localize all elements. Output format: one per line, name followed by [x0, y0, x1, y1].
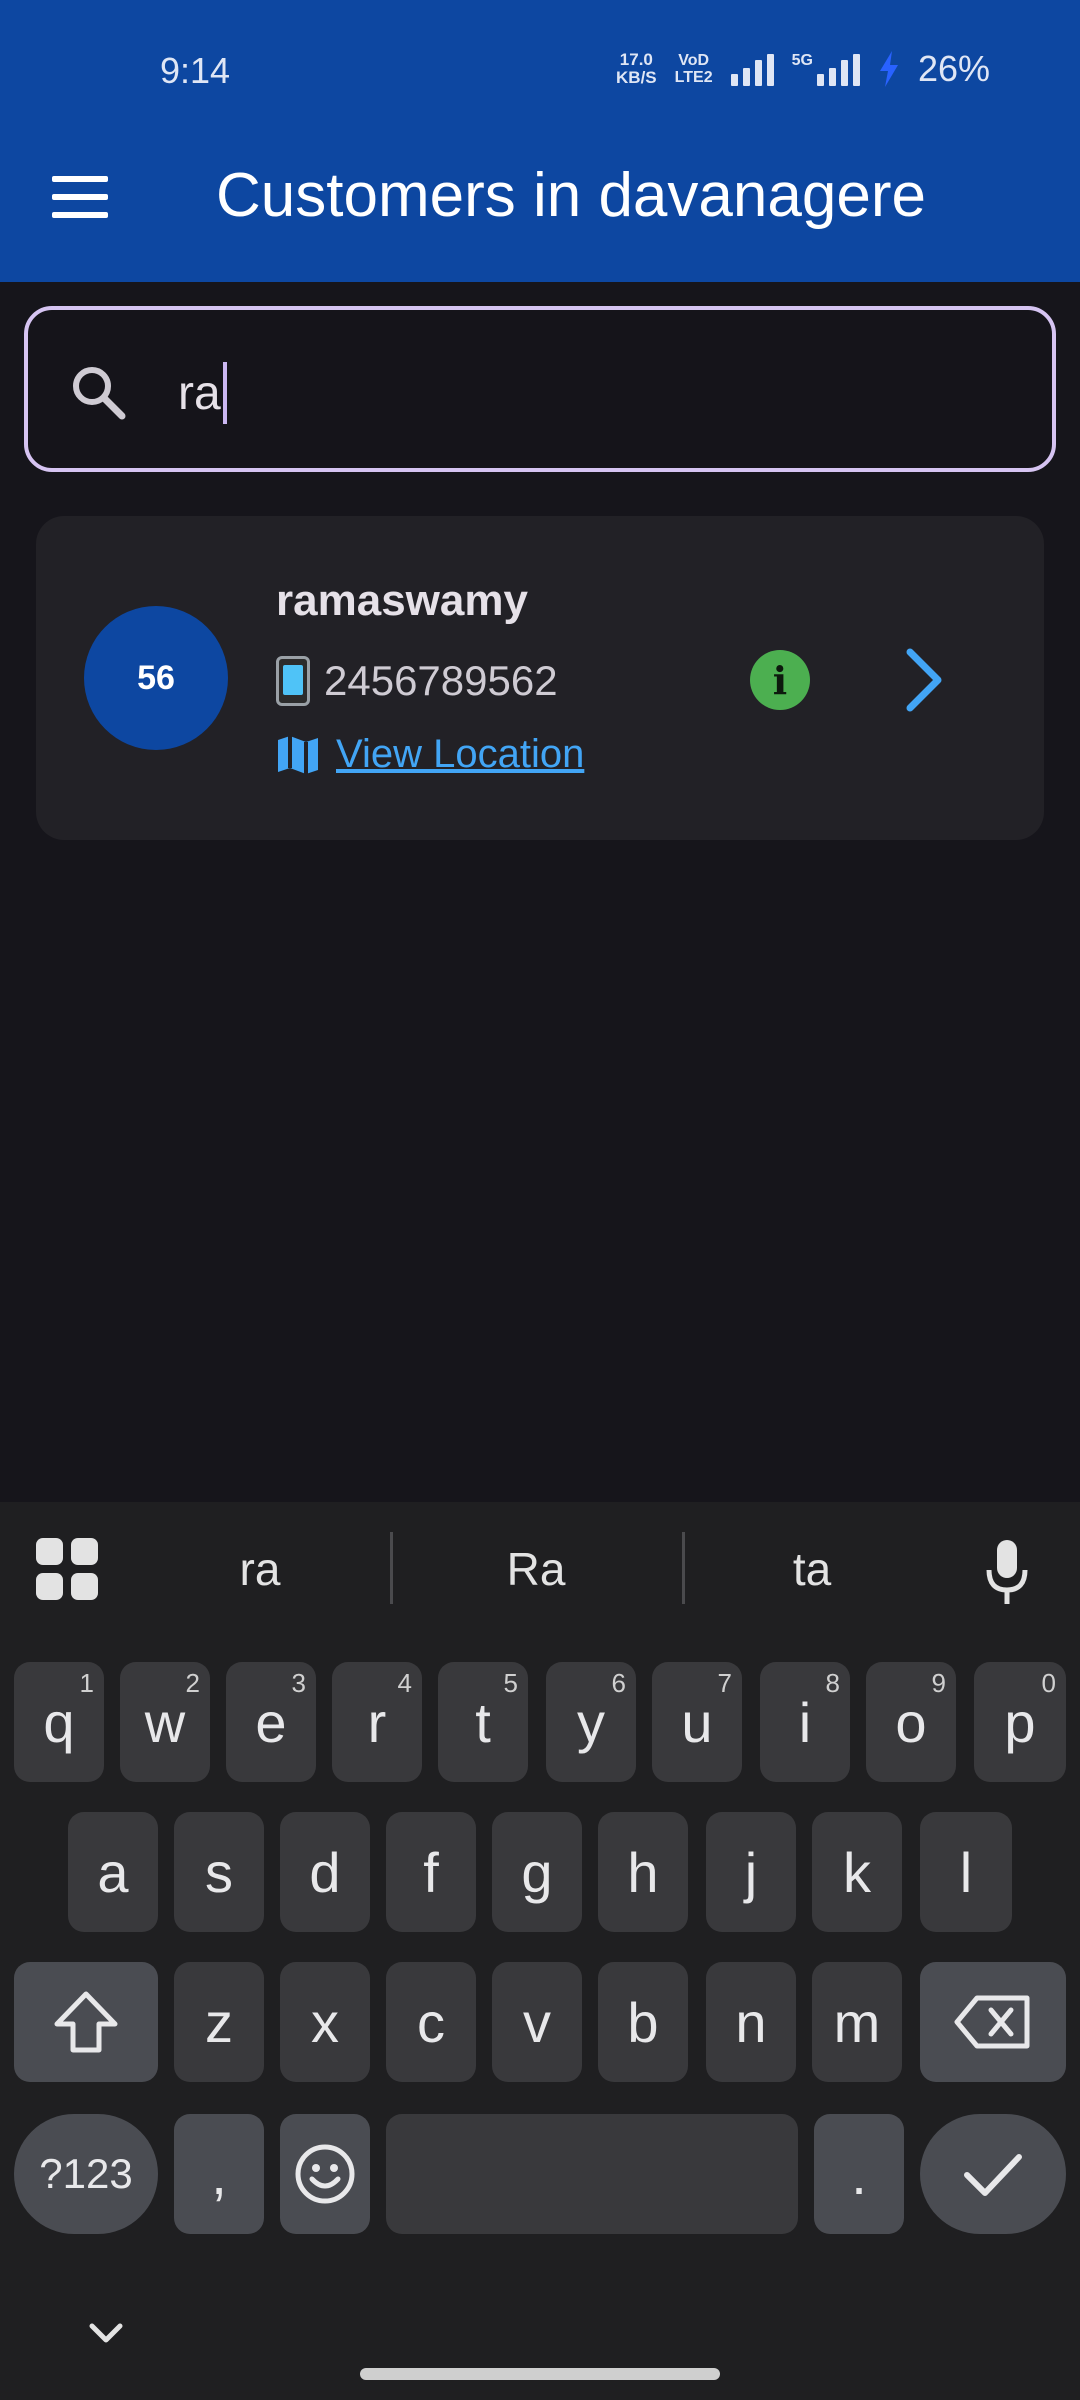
text-caret [222, 362, 227, 424]
suggestion-divider [390, 1532, 393, 1604]
page-title: Customers in davanagere [216, 161, 926, 230]
signal-icon [730, 52, 774, 86]
net-speed: 17.0 KB/S [616, 50, 657, 87]
location-row[interactable]: View Location [276, 732, 584, 777]
view-location-link[interactable]: View Location [336, 732, 584, 777]
key-e[interactable]: e3 [226, 1662, 316, 1782]
emoji-key[interactable] [280, 2114, 370, 2234]
period-key[interactable]: . [814, 2114, 904, 2234]
symbols-key[interactable]: ?123 [14, 2114, 158, 2234]
key-v[interactable]: v [492, 1962, 582, 2082]
key-i[interactable]: i8 [760, 1662, 850, 1782]
search-input[interactable]: ra [24, 306, 1056, 472]
chevron-down-icon[interactable] [86, 2320, 126, 2346]
spacebar[interactable] [386, 2114, 798, 2234]
suggestion-2[interactable]: Ra [436, 1542, 636, 1596]
key-l[interactable]: l [920, 1812, 1012, 1932]
apps-grid-icon[interactable] [36, 1538, 100, 1602]
search-icon [73, 367, 126, 420]
menu-icon[interactable] [52, 176, 112, 220]
charging-icon [879, 51, 898, 87]
suggestion-3[interactable]: ta [712, 1542, 912, 1596]
suggestion-divider [682, 1532, 685, 1604]
key-d[interactable]: d [280, 1812, 370, 1932]
key-j[interactable]: j [706, 1812, 796, 1932]
customer-card[interactable]: 56 ramaswamy 2456789562 View Location i [36, 516, 1044, 840]
map-icon [278, 735, 318, 774]
key-p[interactable]: p0 [974, 1662, 1066, 1782]
key-z[interactable]: z [174, 1962, 264, 2082]
key-c[interactable]: c [386, 1962, 476, 2082]
phone-row: 2456789562 [276, 656, 558, 706]
key-h[interactable]: h [598, 1812, 688, 1932]
status-icons: 17.0 KB/S VoD LTE2 5G 26% [616, 48, 990, 90]
customer-phone: 2456789562 [324, 657, 558, 704]
microphone-icon[interactable] [984, 1538, 1030, 1608]
key-g[interactable]: g [492, 1812, 582, 1932]
mobile-phone-icon [276, 656, 310, 706]
key-r[interactable]: r4 [332, 1662, 422, 1782]
search-value: ra [178, 362, 227, 424]
key-x[interactable]: x [280, 1962, 370, 2082]
key-t[interactable]: t5 [438, 1662, 528, 1782]
backspace-key[interactable] [920, 1962, 1066, 2082]
emoji-icon [295, 2144, 355, 2204]
backspace-icon [954, 1995, 1030, 2049]
suggestion-1[interactable]: ra [160, 1542, 360, 1596]
key-u[interactable]: u7 [652, 1662, 742, 1782]
key-a[interactable]: a [68, 1812, 158, 1932]
shift-icon [54, 1991, 118, 2053]
key-b[interactable]: b [598, 1962, 688, 2082]
key-w[interactable]: w2 [120, 1662, 210, 1782]
comma-key[interactable]: , [174, 2114, 264, 2234]
key-f[interactable]: f [386, 1812, 476, 1932]
done-key[interactable] [920, 2114, 1066, 2234]
app-header: 9:14 17.0 KB/S VoD LTE2 5G 26% Customers… [0, 0, 1080, 282]
check-icon [964, 2154, 1022, 2196]
key-n[interactable]: n [706, 1962, 796, 2082]
battery-percent: 26% [917, 48, 990, 89]
signal-5g-icon: 5G [792, 52, 860, 86]
customer-name: ramaswamy [276, 576, 528, 625]
key-k[interactable]: k [812, 1812, 902, 1932]
info-icon[interactable]: i [750, 650, 810, 710]
key-m[interactable]: m [812, 1962, 902, 2082]
volte-indicator: VoD LTE2 [674, 52, 713, 86]
shift-key[interactable] [14, 1962, 158, 2082]
keyboard: ra Ra ta q1 w2 e3 r4 t5 y6 u7 i8 o9 p0 a… [0, 1502, 1080, 2400]
key-o[interactable]: o9 [866, 1662, 956, 1782]
key-y[interactable]: y6 [546, 1662, 636, 1782]
key-s[interactable]: s [174, 1812, 264, 1932]
home-indicator[interactable] [360, 2368, 720, 2380]
avatar: 56 [84, 606, 228, 750]
key-q[interactable]: q1 [14, 1662, 104, 1782]
status-time: 9:14 [160, 50, 231, 91]
chevron-right-icon[interactable] [900, 646, 950, 714]
